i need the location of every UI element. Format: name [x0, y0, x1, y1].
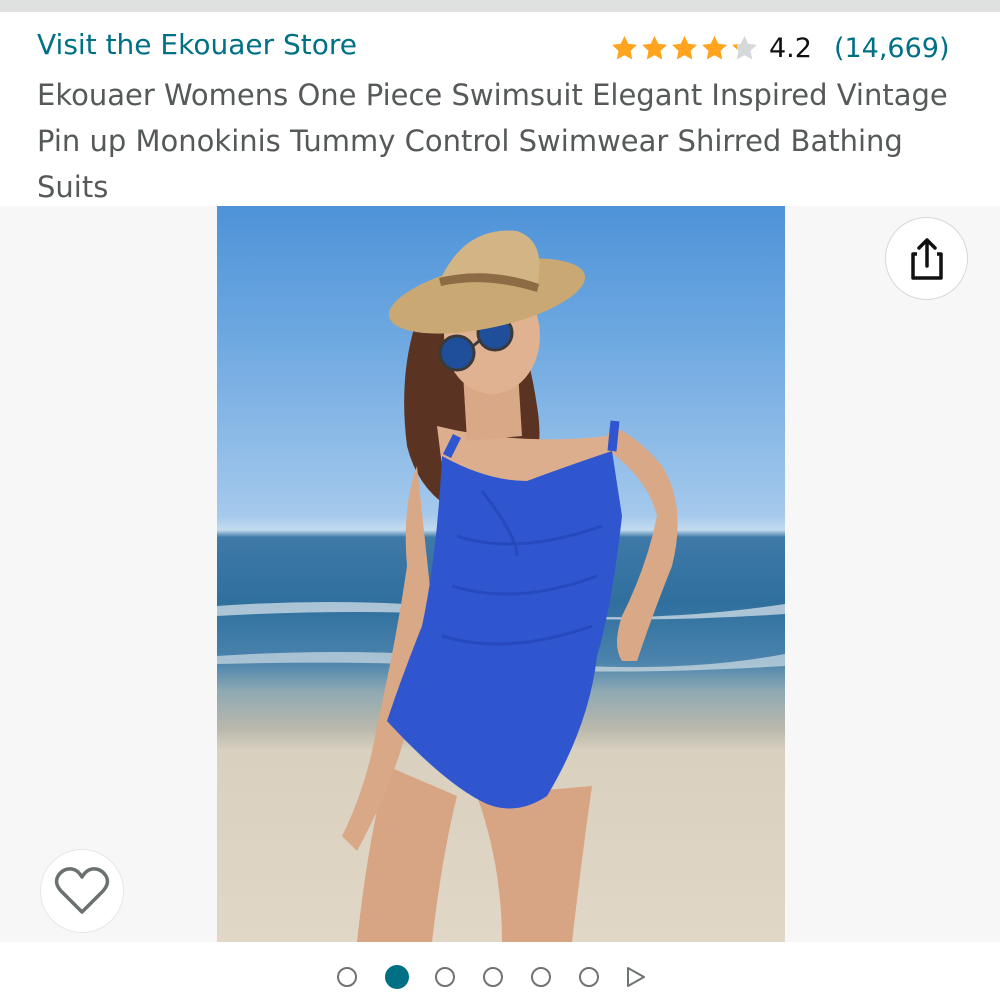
top-divider	[0, 0, 1000, 12]
star-rating	[610, 34, 760, 63]
pagination-dot[interactable]	[579, 967, 599, 987]
image-pagination[interactable]	[337, 963, 647, 991]
image-gallery[interactable]	[0, 206, 1000, 942]
pagination-dot[interactable]	[531, 967, 551, 987]
star-icon	[612, 35, 637, 59]
star-icon	[702, 35, 727, 59]
product-image[interactable]	[217, 206, 785, 942]
pagination-dot[interactable]	[483, 967, 503, 987]
pagination-dot-active[interactable]	[385, 965, 409, 989]
pagination-dot[interactable]	[435, 967, 455, 987]
visit-store-link[interactable]: Visit the Ekouaer Store	[37, 28, 357, 61]
pagination-dot[interactable]	[337, 967, 357, 987]
star-partial-icon	[732, 35, 757, 59]
star-icon	[642, 35, 667, 59]
play-next-icon[interactable]	[623, 965, 647, 989]
star-icon	[672, 35, 697, 59]
share-icon	[910, 237, 943, 280]
product-title: Ekouaer Womens One Piece Swimsuit Elegan…	[37, 78, 948, 204]
rating-count-link[interactable]: (14,669)	[834, 33, 950, 64]
share-button[interactable]	[885, 217, 968, 300]
rating-summary[interactable]: 4.2 (14,669)	[610, 28, 950, 68]
rating-value: 4.2	[769, 32, 812, 64]
wishlist-button[interactable]	[40, 849, 124, 933]
product-photo-illustration	[217, 230, 785, 942]
heart-outline-icon	[54, 867, 110, 914]
